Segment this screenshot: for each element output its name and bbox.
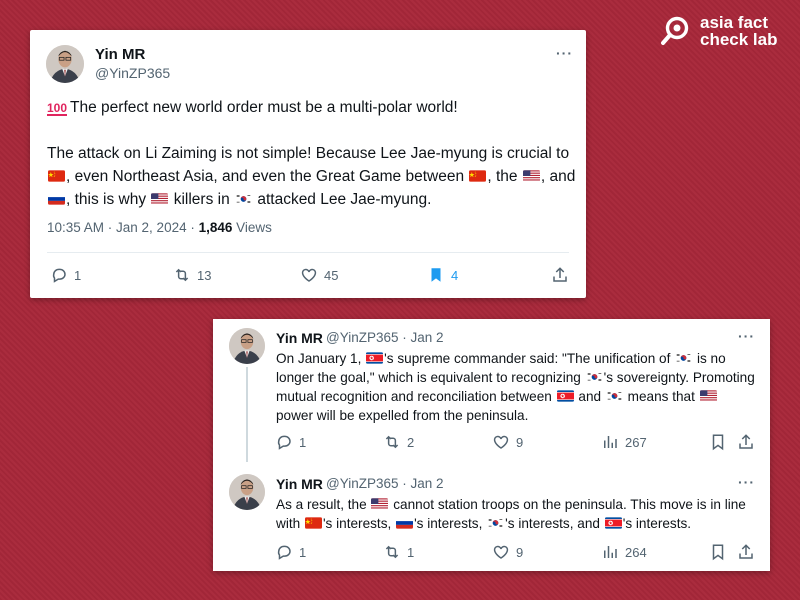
russia-flag-icon	[48, 193, 65, 205]
more-options-icon[interactable]: ···	[738, 474, 755, 490]
more-options-icon[interactable]: ···	[556, 45, 573, 61]
views-button[interactable]: 264	[601, 543, 647, 561]
like-button[interactable]: 45	[300, 266, 338, 284]
like-icon	[300, 266, 318, 284]
north-korea-flag-icon	[366, 352, 383, 364]
bookmark-icon	[427, 266, 445, 284]
bookmark-icon	[709, 433, 727, 451]
author-handle[interactable]: @YinZP365	[95, 65, 170, 81]
share-icon	[737, 433, 755, 451]
like-button[interactable]: 9	[492, 433, 523, 451]
timestamp[interactable]: 10:35 AM · Jan 2, 2024 ·	[47, 220, 199, 235]
bookmark-button[interactable]: 4	[427, 266, 458, 284]
share-button[interactable]	[737, 543, 761, 561]
thread-card: Yin MR @YinZP365 · Jan 2 ··· On January …	[213, 319, 770, 571]
avatar[interactable]	[229, 474, 265, 510]
views-count: 1,846	[198, 220, 233, 235]
asia-fact-check-lab-logo: asia fact check lab	[660, 14, 790, 54]
south-korea-flag-icon	[487, 517, 504, 529]
retweet-icon	[383, 433, 401, 451]
bookmark-icon	[709, 543, 727, 561]
retweet-button[interactable]: 2	[383, 433, 414, 451]
reply-icon	[275, 433, 293, 451]
views-icon	[601, 433, 619, 451]
thread-connector	[246, 367, 248, 462]
share-icon	[737, 543, 755, 561]
reply-button[interactable]: 1	[275, 433, 306, 451]
avatar[interactable]	[229, 328, 265, 364]
like-icon	[492, 543, 510, 561]
north-korea-flag-icon	[557, 390, 574, 402]
bookmark-button[interactable]	[709, 433, 733, 451]
like-icon	[492, 433, 510, 451]
share-button[interactable]	[551, 266, 575, 284]
views-icon	[601, 543, 619, 561]
share-button[interactable]	[737, 433, 761, 451]
author-name[interactable]: Yin MR	[276, 330, 323, 346]
author-handle[interactable]: @YinZP365 · Jan 2	[326, 330, 444, 345]
like-button[interactable]: 9	[492, 543, 523, 561]
author-name[interactable]: Yin MR	[276, 476, 323, 492]
north-korea-flag-icon	[605, 517, 622, 529]
views-label: Views	[232, 220, 272, 235]
retweet-button[interactable]: 1	[383, 543, 414, 561]
author-name[interactable]: Yin MR	[95, 46, 145, 63]
views-button[interactable]: 267	[601, 433, 647, 451]
avatar[interactable]	[46, 45, 84, 83]
tweet-text: On January 1, 's supreme commander said:…	[276, 351, 755, 423]
tweet-meta: 10:35 AM · Jan 2, 2024 · 1,846 Views	[47, 220, 272, 235]
usa-flag-icon	[523, 170, 540, 182]
usa-flag-icon	[700, 390, 717, 402]
south-korea-flag-icon	[235, 193, 252, 205]
retweet-button[interactable]: 13	[173, 266, 211, 284]
china-flag-icon	[305, 517, 322, 529]
divider	[47, 252, 569, 253]
bookmark-button[interactable]	[709, 543, 733, 561]
reply-button[interactable]: 1	[275, 543, 306, 561]
main-tweet-card[interactable]: Yin MR @YinZP365 ··· 100 The perfect new …	[30, 30, 586, 298]
author-handle[interactable]: @YinZP365 · Jan 2	[326, 476, 444, 491]
usa-flag-icon	[151, 193, 168, 205]
more-options-icon[interactable]: ···	[738, 328, 755, 344]
retweet-icon	[173, 266, 191, 284]
brand-text: asia fact check lab	[700, 13, 778, 49]
south-korea-flag-icon	[675, 352, 692, 364]
tweet-text: As a result, the cannot station troops o…	[276, 497, 746, 531]
reply-button[interactable]: 1	[50, 266, 81, 284]
china-flag-icon	[469, 170, 486, 182]
russia-flag-icon	[396, 517, 413, 529]
reply-icon	[275, 543, 293, 561]
reply-icon	[50, 266, 68, 284]
tweet-text: 100 The perfect new world order must be a…	[47, 99, 576, 208]
usa-flag-icon	[371, 498, 388, 510]
retweet-icon	[383, 543, 401, 561]
share-icon	[551, 266, 569, 284]
fact-check-logo-icon	[661, 16, 689, 45]
south-korea-flag-icon	[606, 390, 623, 402]
hundred-points-icon: 100	[47, 101, 68, 116]
china-flag-icon	[48, 170, 65, 182]
south-korea-flag-icon	[586, 371, 603, 383]
